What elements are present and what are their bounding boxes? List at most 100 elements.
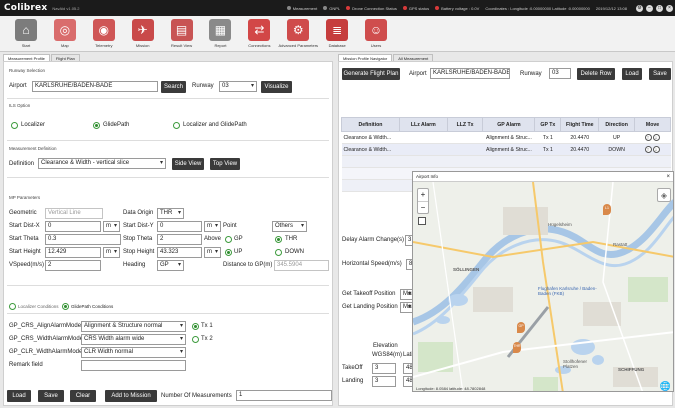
toolbar-users[interactable]: ☺ Users [357,16,395,48]
up-radio[interactable] [225,249,232,256]
visualize-button[interactable]: Visualize [261,81,292,93]
tx1-radio[interactable] [192,323,199,330]
heading-select[interactable]: GP [157,260,184,271]
close-icon[interactable]: × [666,174,670,180]
load-button[interactable]: Load [7,390,31,402]
stop-theta-input[interactable]: 2 [157,234,202,245]
right-load-button[interactable]: Load [622,68,642,80]
fullscreen-icon[interactable] [418,217,426,225]
above-label: Above [204,236,222,242]
localizer-and-glidepath-label: Localizer and GlidePath [183,122,247,128]
toolbar-mission[interactable]: ✈ Mission [124,16,162,48]
clear-button[interactable]: Clear [70,390,96,402]
col-gp-tx[interactable]: GP Tx [534,117,562,132]
glidepath-radio[interactable] [93,122,100,129]
gp-clr-width-alarm-select[interactable]: CLR Width normal [81,347,186,358]
map-pin-gp[interactable]: GP [517,322,525,333]
col-move[interactable]: Move [634,117,671,132]
delete-row-button[interactable]: Delete Row [577,68,615,80]
distance-to-gp-input[interactable]: 345.5904 [274,260,329,271]
side-view-button[interactable]: Side View [172,158,204,170]
add-to-mission-button[interactable]: Add to Mission [105,390,157,402]
stop-height-input[interactable]: 43.323 [157,247,202,258]
start-height-unit-select[interactable]: m [103,247,120,258]
glidepath-label: GlidePath [103,122,130,128]
stop-height-unit-select[interactable]: m [204,247,221,258]
globe-icon[interactable]: 🌐 [660,382,671,391]
start-dist-x-input[interactable]: 0 [45,221,101,232]
tx2-radio[interactable] [192,336,199,343]
zoom-out-button[interactable]: − [418,201,428,213]
cell-gp-tx: Tx 1 [534,143,561,156]
toolbar-map[interactable]: ◎ Map [46,16,84,48]
zoom-in-button[interactable]: + [418,189,428,201]
generate-flight-plan-button[interactable]: Generate Flight Plan [342,68,400,80]
col-llz-alarm[interactable]: LLz Alarm [398,117,448,132]
close-icon[interactable]: × [666,4,673,12]
right-airport-input[interactable]: KARLSRUHE/BADEN-BADE [430,68,510,79]
point-label: Point [223,223,237,229]
map-view[interactable]: + − ◈ Hügelsheim Rastatt SÖLLINGEN Flugh… [413,181,673,391]
geometric-input[interactable]: Vertical Line [45,208,103,219]
toolbar-start[interactable]: ⌂ Start [7,16,45,48]
start-dist-y-unit-select[interactable]: m [204,221,221,232]
definition-select[interactable]: Clearance & Width - vertical slice [38,158,166,169]
gp-crs-align-alarm-select[interactable]: Alignment & Structure normal [81,321,186,332]
col-gp-alarm[interactable]: GP Alarm [482,117,536,132]
airport-info-titlebar: Airport Info × [413,172,673,182]
result-view-icon: ▤ [170,19,193,41]
point-select[interactable]: Others [272,221,307,232]
table-row[interactable]: Clearance & Width... Alignment & Struc..… [341,131,671,144]
toolbar-advanced-parameters[interactable]: ⚙ Advanced Parameters [278,16,318,48]
airport-input[interactable]: KARLSRUHE/BADEN-BADE [32,81,158,92]
start-height-label: Start Height [9,249,41,255]
right-runway-input[interactable]: 03 [549,68,571,79]
col-direction[interactable]: Direction [598,117,636,132]
right-save-button[interactable]: Save [649,68,671,80]
settings-icon[interactable]: ⚙ [636,4,643,12]
gp-crs-width-alarm-select[interactable]: CRS Width alarm wide [81,334,186,345]
col-flight-time[interactable]: Flight Time [560,117,600,132]
toolbar-telemetry[interactable]: ◉ Telemetry [85,16,123,48]
maximize-icon[interactable]: □ [656,4,663,12]
map-pin-l1[interactable]: L1 [603,204,611,215]
save-button[interactable]: Save [38,390,64,402]
col-llz-tx[interactable]: LLZ Tx [446,117,484,132]
map-pin-thr[interactable]: THR [513,342,521,353]
col-definition[interactable]: Definition [341,117,400,132]
number-of-measurements-input[interactable]: 1 [236,390,332,401]
minimize-icon[interactable]: − [646,4,653,12]
top-view-button[interactable]: Top View [210,158,240,170]
data-origin-select[interactable]: THR [157,208,184,219]
move-down-icon[interactable]: ↓ [652,146,660,153]
start-height-input[interactable]: 12.429 [45,247,101,258]
move-up-icon[interactable]: ↑ [644,134,652,141]
home-icon: ⌂ [15,19,37,41]
localizer-and-glidepath-radio[interactable] [173,122,180,129]
takeoff-elevation-input[interactable]: 3 [372,363,396,374]
start-theta-input[interactable]: 0.3 [45,234,121,245]
move-up-icon[interactable]: ↑ [644,146,652,153]
toolbar-result-view[interactable]: ▤ Result View [163,16,201,48]
start-dist-y-input[interactable]: 0 [157,221,202,232]
gp-radio[interactable] [225,236,232,243]
vspeed-input[interactable]: 2 [45,260,101,271]
runway-select[interactable]: 03 [219,81,257,92]
glidepath-conditions-label: GlidePath Conditions [71,304,114,309]
down-radio[interactable] [275,249,282,256]
start-dist-x-unit-select[interactable]: m [103,221,120,232]
localizer-radio[interactable] [11,122,18,129]
toolbar-connections[interactable]: ⇄ Connections [240,16,278,48]
remark-field-input[interactable] [81,360,186,371]
search-button[interactable]: Search [161,81,186,93]
glidepath-conditions-radio[interactable] [62,303,69,310]
toolbar-database[interactable]: ≣ Database [318,16,356,48]
table-row[interactable]: Clearance & Width... Alignment & Struc..… [341,143,671,156]
thr-radio[interactable] [275,236,282,243]
landing-elevation-input[interactable]: 3 [372,376,396,387]
layers-icon[interactable]: ◈ [657,188,671,202]
localizer-conditions-radio[interactable] [9,303,16,310]
toolbar-report[interactable]: ▦ Report [201,16,239,48]
move-down-icon[interactable]: ↓ [652,134,660,141]
thr-radio-label: THR [285,236,298,242]
